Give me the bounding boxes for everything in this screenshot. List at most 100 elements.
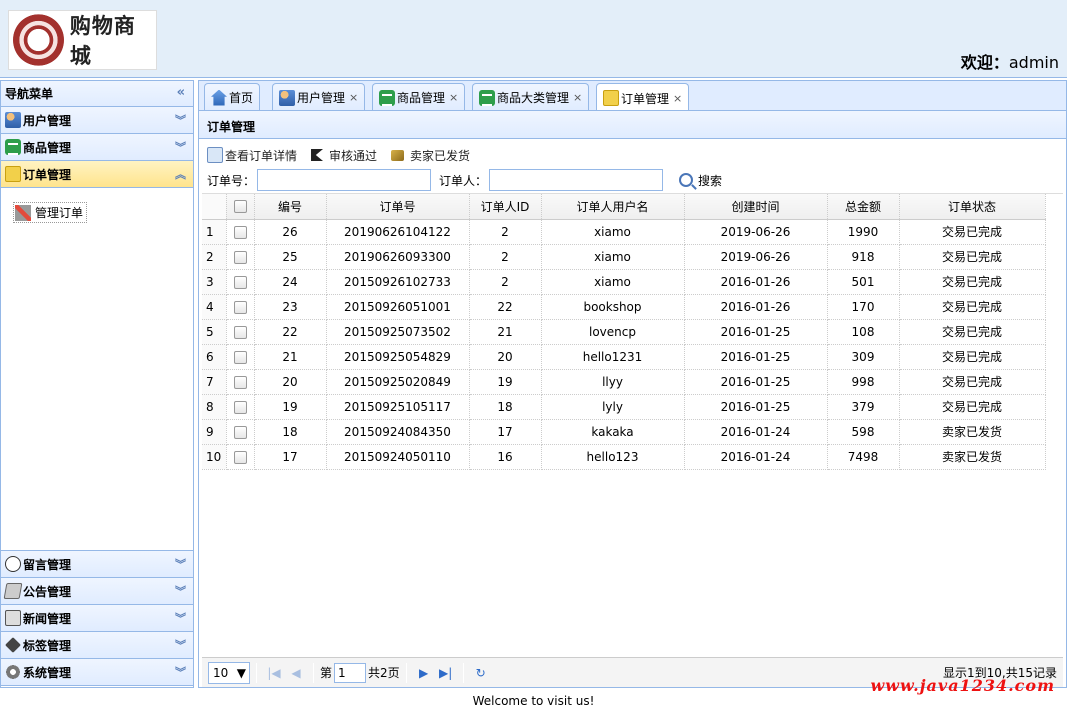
table-row[interactable]: 2 25 20190626093300 2 xiamo 2019-06-26 918 交易已完… <box>202 244 1046 270</box>
row-checkbox[interactable] <box>233 250 247 264</box>
table-row[interactable]: 10 17 20150924050110 16 hello123 2016-01-24 74… <box>202 444 1046 470</box>
nav-section-system[interactable]: 系统管理 ︾ <box>1 659 193 686</box>
row-checkbox[interactable] <box>233 275 247 289</box>
collapse-panel-icon[interactable]: « <box>177 85 185 100</box>
close-tab-icon[interactable]: × <box>673 92 682 105</box>
table-row[interactable]: 1 26 20190626104122 2 xiamo 2019-06-26 1990 交易已… <box>202 219 1046 245</box>
tab-order-management[interactable]: 订单管理 × <box>596 83 690 112</box>
message-icon <box>5 556 21 572</box>
nav-section-users[interactable]: 用户管理 ︾ <box>1 107 193 134</box>
expand-icon[interactable]: ︾ <box>175 637 186 653</box>
column-header[interactable]: 订单号 <box>326 194 470 220</box>
news-icon <box>5 610 21 626</box>
refresh-icon[interactable]: ↻ <box>470 666 492 680</box>
view-detail-icon <box>207 147 223 163</box>
home-icon <box>211 89 227 106</box>
column-header[interactable]: 订单状态 <box>899 194 1046 220</box>
cell-amount: 918 <box>827 244 900 270</box>
view-order-detail-button[interactable]: 查看订单详情 <box>207 147 297 164</box>
settings-icon <box>5 664 21 680</box>
last-page-icon[interactable]: ▶| <box>435 666 457 680</box>
search-button[interactable]: 搜索 <box>679 172 722 189</box>
collapse-icon[interactable]: ︽ <box>175 166 186 182</box>
tab-category-management[interactable]: 商品大类管理 × <box>472 83 590 111</box>
expand-icon[interactable]: ︾ <box>175 112 186 128</box>
row-checkbox[interactable] <box>233 400 247 414</box>
page-size-select[interactable]: 10 ▼ <box>208 661 250 684</box>
row-checkbox[interactable] <box>233 225 247 239</box>
table-row[interactable]: 8 19 20150925105117 18 lyly 2016-01-25 379 交易已完… <box>202 394 1046 420</box>
nav-section-messages[interactable]: 留言管理 ︾ <box>1 551 193 578</box>
page-number-input[interactable]: 1 <box>334 662 367 683</box>
page-size-value: 10 <box>213 665 229 680</box>
column-header[interactable]: 总金额 <box>827 194 900 220</box>
nav-item-manage-orders[interactable]: 管理订单 <box>13 202 88 223</box>
tab-bar: 首页 用户管理 × 商品管理 × 商品大类管理 × 订单管理 × <box>198 80 1067 112</box>
table-row[interactable]: 5 22 20150925073502 21 lovencp 2016-01-25 108 交… <box>202 319 1046 345</box>
nav-section-notices[interactable]: 公告管理 ︾ <box>1 578 193 605</box>
cell-uname: xiamo <box>541 219 685 245</box>
users-icon <box>5 112 21 128</box>
row-select-cell <box>226 219 255 245</box>
row-number: 3 <box>202 269 227 295</box>
cell-time: 2019-06-26 <box>684 219 828 245</box>
close-tab-icon[interactable]: × <box>349 91 358 104</box>
tab-home[interactable]: 首页 <box>204 83 261 111</box>
cell-uname: bookshop <box>541 294 685 320</box>
row-select-cell <box>226 244 255 270</box>
cell-amount: 170 <box>827 294 900 320</box>
table-row[interactable]: 4 23 20150926051001 22 bookshop 2016-01-26 170… <box>202 294 1046 320</box>
nav-section-news[interactable]: 新闻管理 ︾ <box>1 605 193 632</box>
table-row[interactable]: 7 20 20150925020849 19 llyy 2016-01-25 998 交易已完… <box>202 369 1046 395</box>
cell-uid: 2 <box>469 219 542 245</box>
nav-section-label: 用户管理 <box>23 113 72 128</box>
expand-icon[interactable]: ︾ <box>175 664 186 680</box>
order-no-input[interactable] <box>257 169 432 191</box>
cell-time: 2016-01-25 <box>684 369 828 395</box>
select-all-checkbox[interactable] <box>233 200 247 214</box>
row-checkbox[interactable] <box>233 325 247 339</box>
nav-section-tags[interactable]: 标签管理 ︾ <box>1 632 193 659</box>
column-header[interactable]: 编号 <box>254 194 327 220</box>
row-checkbox[interactable] <box>233 350 247 364</box>
row-checkbox[interactable] <box>233 450 247 464</box>
mark-shipped-button[interactable]: 卖家已发货 <box>391 147 470 164</box>
row-checkbox[interactable] <box>233 425 247 439</box>
nav-section-orders[interactable]: 订单管理 ︽ <box>1 161 193 188</box>
table-row[interactable]: 9 18 20150924084350 17 kakaka 2016-01-24 598 卖家… <box>202 419 1046 445</box>
cell-time: 2016-01-24 <box>684 419 828 445</box>
close-tab-icon[interactable]: × <box>449 91 458 104</box>
table-row[interactable]: 3 24 20150926102733 2 xiamo 2016-01-26 501 交易已完… <box>202 269 1046 295</box>
row-number: 10 <box>202 444 227 470</box>
row-checkbox[interactable] <box>233 300 247 314</box>
orders-table: 编号 订单号 订单人ID 订单人用户名 创建时间 总金额 订单状态 1 26 201… <box>202 194 1046 470</box>
cell-amount: 1990 <box>827 219 900 245</box>
orderer-input[interactable] <box>489 169 664 191</box>
row-checkbox[interactable] <box>233 375 247 389</box>
expand-icon[interactable]: ︾ <box>175 583 186 599</box>
orders-section-body: 管理订单 <box>1 188 193 551</box>
close-tab-icon[interactable]: × <box>573 91 582 104</box>
table-row[interactable]: 6 21 20150925054829 20 hello1231 2016-01-25 30… <box>202 344 1046 370</box>
tab-user-management[interactable]: 用户管理 × <box>272 83 366 111</box>
expand-icon[interactable]: ︾ <box>175 556 186 572</box>
next-page-icon[interactable]: ▶ <box>413 666 435 680</box>
cell-status: 交易已完成 <box>899 219 1046 245</box>
approve-button[interactable]: 审核通过 <box>311 147 377 164</box>
column-header[interactable]: 订单人ID <box>469 194 542 220</box>
cell-no: 20150925020849 <box>326 369 470 395</box>
cell-time: 2016-01-24 <box>684 444 828 470</box>
expand-icon[interactable]: ︾ <box>175 139 186 155</box>
column-header[interactable]: 创建时间 <box>684 194 828 220</box>
cell-id: 22 <box>254 319 327 345</box>
search-button-label: 搜索 <box>698 173 723 188</box>
column-header[interactable]: 订单人用户名 <box>541 194 685 220</box>
cell-id: 19 <box>254 394 327 420</box>
expand-icon[interactable]: ︾ <box>175 610 186 626</box>
cell-amount: 108 <box>827 319 900 345</box>
tab-goods-management[interactable]: 商品管理 × <box>372 83 466 111</box>
nav-section-goods[interactable]: 商品管理 ︾ <box>1 134 193 161</box>
first-page-icon[interactable]: |◀ <box>263 666 285 680</box>
previous-page-icon[interactable]: ◀ <box>285 666 307 680</box>
cell-amount: 998 <box>827 369 900 395</box>
